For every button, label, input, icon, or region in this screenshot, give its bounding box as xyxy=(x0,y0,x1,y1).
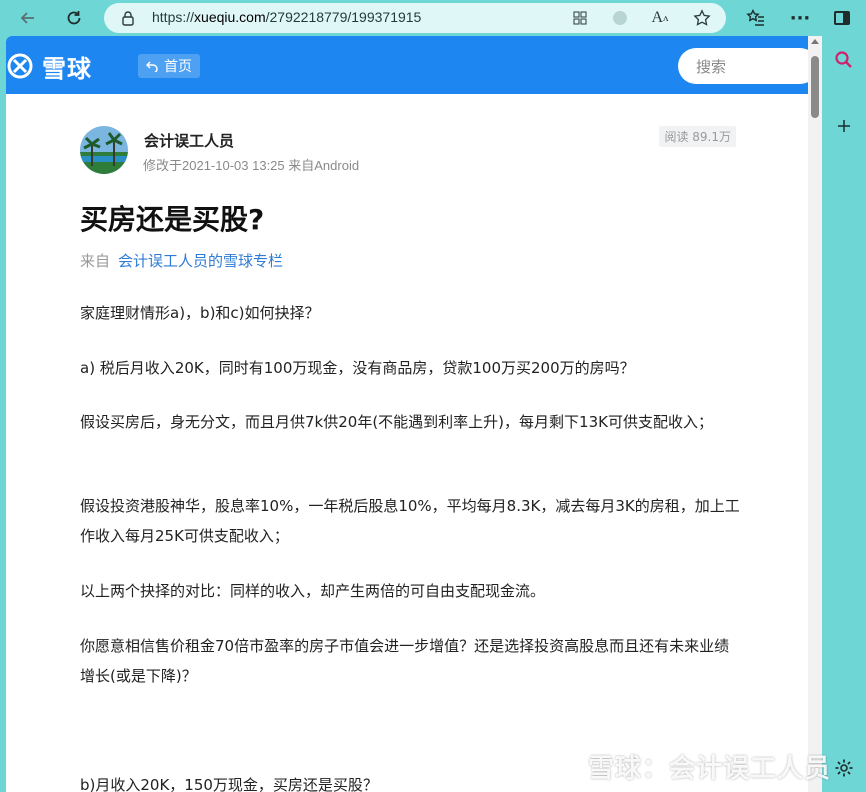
browser-side-panel xyxy=(822,36,866,792)
url-prefix: https:// xyxy=(152,9,195,25)
author-name[interactable]: 会计误工人员 xyxy=(144,130,234,151)
return-arrow-icon xyxy=(146,61,158,72)
article-title: 买房还是买股? xyxy=(80,203,265,236)
tracking-icon[interactable] xyxy=(610,8,630,28)
avatar-image xyxy=(80,126,128,174)
lock-icon xyxy=(122,11,134,26)
plus-icon xyxy=(838,120,850,132)
search-input[interactable]: 搜索 xyxy=(678,48,818,84)
search-sidebar-button[interactable] xyxy=(832,48,856,72)
back-arrow-icon xyxy=(20,12,34,24)
read-count-badge: 阅读 89.1万 xyxy=(659,126,736,147)
column-source: 来自 会计误工人员的雪球专栏 xyxy=(80,250,283,271)
paragraph: 以上两个抉择的对比：同样的收入，却产生两倍的可自由支配现金流。 xyxy=(80,582,546,600)
page-viewport: 雪球 首页 搜索 会计误工人员 修改于2021-10-03 13:25 来自An… xyxy=(6,36,822,792)
refresh-button[interactable] xyxy=(60,4,88,32)
url-host: xueqiu.com xyxy=(194,9,266,25)
paragraph: 假设投资港股神华，股息率10%，一年税后股息10%，平均每月8.3K，减去每月3… xyxy=(80,497,740,545)
paragraph: a) 税后月收入20K，同时有100万现金，没有商品房，贷款100万买200万的… xyxy=(80,359,635,377)
refresh-icon xyxy=(67,11,81,25)
site-logo[interactable]: 雪球 xyxy=(6,52,92,83)
scroll-thumb[interactable] xyxy=(811,56,819,118)
sidebar-toggle-icon xyxy=(834,11,850,25)
author-avatar[interactable] xyxy=(80,126,128,174)
favorites-star-list-icon xyxy=(746,8,764,26)
site-header: 雪球 首页 搜索 xyxy=(6,36,818,94)
favorites-button[interactable] xyxy=(742,4,770,32)
read-aloud-icon[interactable]: Aʌ xyxy=(650,8,670,28)
gear-icon[interactable] xyxy=(834,758,854,778)
column-link[interactable]: 会计误工人员的雪球专栏 xyxy=(118,252,283,270)
vertical-scrollbar[interactable] xyxy=(808,36,822,792)
search-icon xyxy=(835,51,852,68)
url-text: https://xueqiu.com/2792218779/199371915 xyxy=(152,9,421,25)
back-button[interactable] xyxy=(14,4,42,32)
paragraph: 家庭理财情形a)，b)和c)如何抉择？ xyxy=(80,304,320,322)
home-label: 首页 xyxy=(164,59,192,75)
watermark: 雪球：会计误工人员 xyxy=(588,754,832,784)
author-row: 会计误工人员 修改于2021-10-03 13:25 来自Android 阅读 … xyxy=(80,126,736,182)
favorite-star-icon[interactable] xyxy=(692,8,712,28)
from-label: 来自 xyxy=(80,252,111,270)
logo-text: 雪球 xyxy=(42,54,92,83)
scroll-up-arrow-icon[interactable] xyxy=(811,39,819,44)
url-path: /2792218779/199371915 xyxy=(265,9,422,25)
app-available-icon[interactable] xyxy=(570,8,590,28)
more-menu-button[interactable]: ··· xyxy=(786,4,814,32)
sidebar-toggle-button[interactable] xyxy=(828,4,856,32)
paragraph: 你愿意相信售价租金70倍市盈率的房子市值会进一步增值？还是选择投资高股息而且还有… xyxy=(80,637,730,685)
post-meta: 修改于2021-10-03 13:25 来自Android xyxy=(143,158,360,173)
search-placeholder: 搜索 xyxy=(696,58,727,76)
browser-toolbar: https://xueqiu.com/2792218779/199371915 … xyxy=(0,0,866,36)
address-bar[interactable]: https://xueqiu.com/2792218779/199371915 … xyxy=(104,3,726,33)
home-button[interactable]: 首页 xyxy=(138,54,200,78)
xueqiu-logo-icon xyxy=(7,53,33,79)
paragraph: 假设买房后，身无分文，而且月供7k供20年(不能遇到利率上升)，每月剩下13K可… xyxy=(80,413,713,431)
add-sidebar-button[interactable] xyxy=(832,114,856,138)
